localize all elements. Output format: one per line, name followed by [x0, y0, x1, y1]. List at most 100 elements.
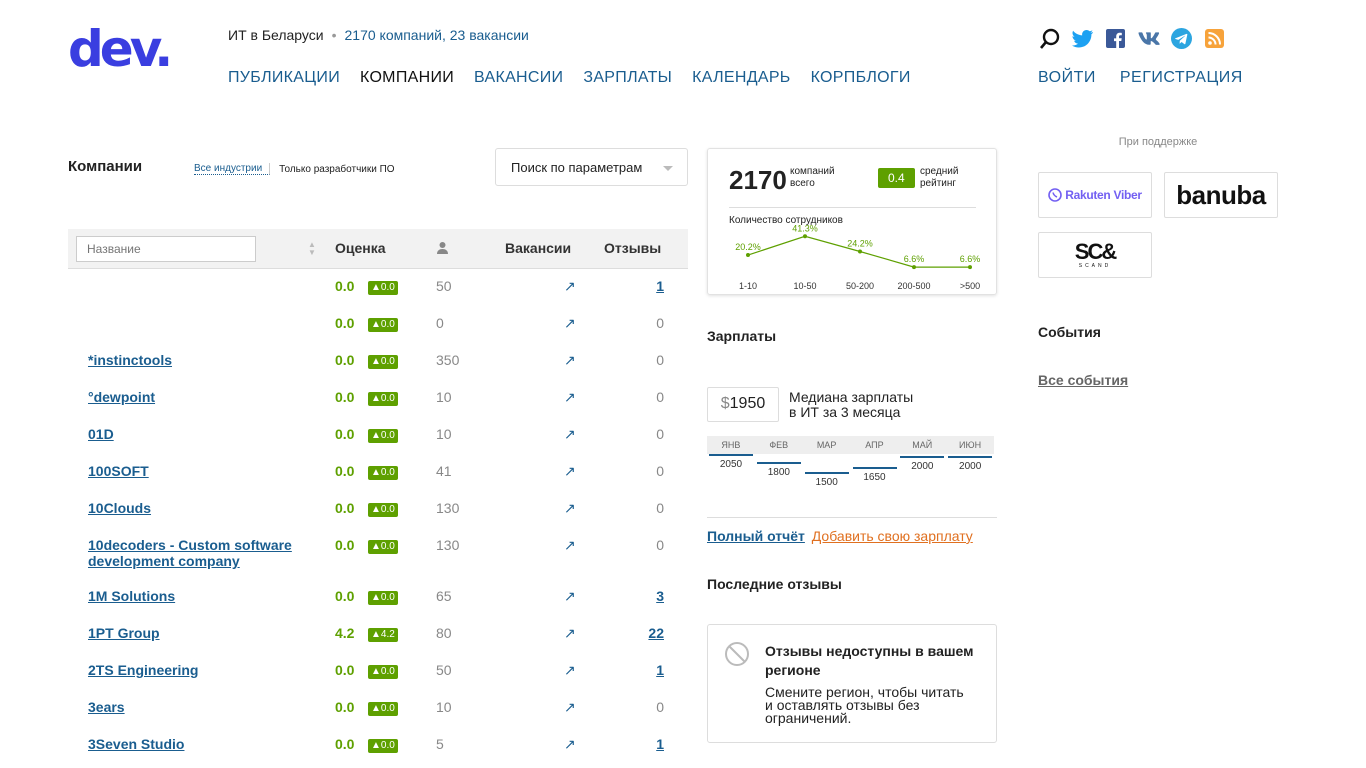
col-reviews[interactable]: Отзывы	[604, 240, 661, 256]
company-name-link[interactable]: °dewpoint	[88, 389, 318, 405]
add-salary-link[interactable]: Добавить свою зарплату	[812, 528, 973, 544]
full-report-link[interactable]: Полный отчёт	[707, 528, 805, 544]
sort-icon[interactable]: ▲ ▼	[308, 241, 316, 257]
vk-icon[interactable]	[1137, 27, 1160, 50]
rss-icon[interactable]	[1203, 27, 1226, 50]
salary-month-value: 2000	[911, 461, 934, 472]
col-rating[interactable]: Оценка	[335, 240, 386, 256]
nav-item-1[interactable]: КОМПАНИИ	[360, 69, 454, 87]
employees-value-label: 6.6%	[904, 254, 925, 264]
vacancies-arrow-icon[interactable]: ↗	[564, 352, 576, 369]
search-icon[interactable]	[1038, 27, 1061, 50]
vacancies-arrow-icon[interactable]: ↗	[564, 699, 576, 716]
employee-count: 10	[436, 699, 452, 715]
reviews-count[interactable]: 1	[656, 278, 664, 294]
reviews-count[interactable]: 22	[648, 625, 664, 641]
company-score: 0.0	[335, 537, 355, 553]
company-name-link[interactable]: 1PT Group	[88, 625, 318, 641]
company-name-link[interactable]: 1M Solutions	[88, 588, 318, 604]
telegram-icon[interactable]	[1170, 27, 1193, 50]
vacancies-arrow-icon[interactable]: ↗	[564, 463, 576, 480]
sponsor-scand-logo[interactable]: SC& SCAND	[1038, 232, 1152, 278]
nav-item-2[interactable]: ВАКАНСИИ	[474, 69, 563, 87]
vacancies-arrow-icon[interactable]: ↗	[564, 662, 576, 679]
vacancies-arrow-icon[interactable]: ↗	[564, 625, 576, 642]
score-badge: ▲0.0	[368, 591, 398, 605]
salary-month-value: 1650	[863, 472, 886, 483]
salary-title: Зарплаты	[707, 328, 777, 344]
company-score: 0.0	[335, 500, 355, 516]
all-events-link[interactable]: Все события	[1038, 372, 1128, 388]
viber-icon	[1048, 188, 1063, 202]
score-badge: ▲0.0	[368, 281, 398, 295]
login-link[interactable]: ВОЙТИ	[1038, 69, 1096, 87]
twitter-icon[interactable]	[1071, 27, 1094, 50]
employee-count: 10	[436, 389, 452, 405]
vacancies-arrow-icon[interactable]: ↗	[564, 278, 576, 295]
filter-all-industries[interactable]: Все индустрии	[194, 163, 271, 175]
region-name[interactable]: ИТ в Беларуси	[228, 27, 324, 43]
company-name-link[interactable]: 100SOFT	[88, 463, 318, 479]
sponsor-viber-logo[interactable]: Rakuten Viber	[1038, 172, 1152, 218]
reviews-count[interactable]: 3	[656, 588, 664, 604]
employee-count: 0	[436, 315, 444, 331]
vacancies-arrow-icon[interactable]: ↗	[564, 315, 576, 332]
employee-count: 10	[436, 426, 452, 442]
employees-value-label: 6.6%	[960, 254, 981, 264]
nav-item-0[interactable]: ПУБЛИКАЦИИ	[228, 69, 340, 87]
register-link[interactable]: РЕГИСТРАЦИЯ	[1120, 69, 1243, 87]
industry-filter: Все индустрии Только разработчики ПО	[194, 163, 395, 175]
company-name-filter-input[interactable]	[76, 236, 256, 262]
vacancies-arrow-icon[interactable]: ↗	[564, 736, 576, 753]
employees-category-label: 1-10	[739, 281, 757, 291]
company-score: 0.0	[335, 662, 355, 678]
sponsor-banuba-logo[interactable]: banuba	[1164, 172, 1278, 218]
salary-month-bar: 2000	[948, 456, 993, 472]
vacancies-arrow-icon[interactable]: ↗	[564, 537, 576, 554]
employees-point	[803, 234, 807, 239]
employees-category-label: 50-200	[846, 281, 874, 291]
nav-item-4[interactable]: КАЛЕНДАРЬ	[692, 69, 790, 87]
search-params-label: Поиск по параметрам	[511, 160, 643, 175]
employees-value-label: 41.3%	[792, 225, 818, 233]
nav-item-3[interactable]: ЗАРПЛАТЫ	[583, 69, 672, 87]
total-label-line2: всего	[790, 178, 815, 189]
vacancies-arrow-icon[interactable]: ↗	[564, 426, 576, 443]
vacancies-arrow-icon[interactable]: ↗	[564, 500, 576, 517]
col-vacancies[interactable]: Вакансии	[505, 240, 571, 256]
company-score: 0.0	[335, 736, 355, 752]
total-companies: 2170	[729, 165, 787, 195]
reviews-unavailable-box: Отзывы недоступны в вашем регионе Сменит…	[707, 624, 997, 743]
reviews-count[interactable]: 1	[656, 736, 664, 752]
support-label: При поддержке	[1118, 136, 1198, 148]
search-params-dropdown[interactable]: Поиск по параметрам	[495, 148, 688, 186]
score-badge: ▲0.0	[368, 392, 398, 406]
facebook-icon[interactable]	[1104, 27, 1127, 50]
vacancies-arrow-icon[interactable]: ↗	[564, 389, 576, 406]
sponsor-scand-sub: SCAND	[1078, 263, 1112, 269]
employees-category-label: 10-50	[793, 281, 816, 291]
company-score: 0.0	[335, 588, 355, 604]
company-name-link[interactable]: 2TS Engineering	[88, 662, 318, 678]
sponsor-scand-label: SC&	[1074, 239, 1117, 264]
salary-bar-line	[900, 456, 945, 458]
company-name-link[interactable]: 10Clouds	[88, 500, 318, 516]
companies-title: Компании	[68, 158, 143, 175]
company-name-link[interactable]: 10decoders - Custom software development…	[88, 537, 318, 569]
filter-software-only[interactable]: Только разработчики ПО	[279, 164, 394, 175]
nav-item-5[interactable]: КОРПБЛОГИ	[811, 69, 911, 87]
company-score: 0.0	[335, 278, 355, 294]
reviews-count[interactable]: 1	[656, 662, 664, 678]
company-name-link[interactable]: 3ears	[88, 699, 318, 715]
company-name-link[interactable]: 3Seven Studio	[88, 736, 318, 752]
site-logo[interactable]: dev.	[68, 20, 188, 79]
vacancies-arrow-icon[interactable]: ↗	[564, 588, 576, 605]
score-badge: ▲0.0	[368, 503, 398, 517]
company-score: 0.0	[335, 463, 355, 479]
company-name-link[interactable]: *instinctools	[88, 352, 318, 368]
score-badge: ▲0.0	[368, 702, 398, 716]
region-stats[interactable]: 2170 компаний, 23 вакансии	[345, 27, 529, 43]
user-icon[interactable]	[436, 241, 449, 257]
company-name-link[interactable]: 01D	[88, 426, 318, 442]
reviews-count: 0	[656, 389, 664, 405]
